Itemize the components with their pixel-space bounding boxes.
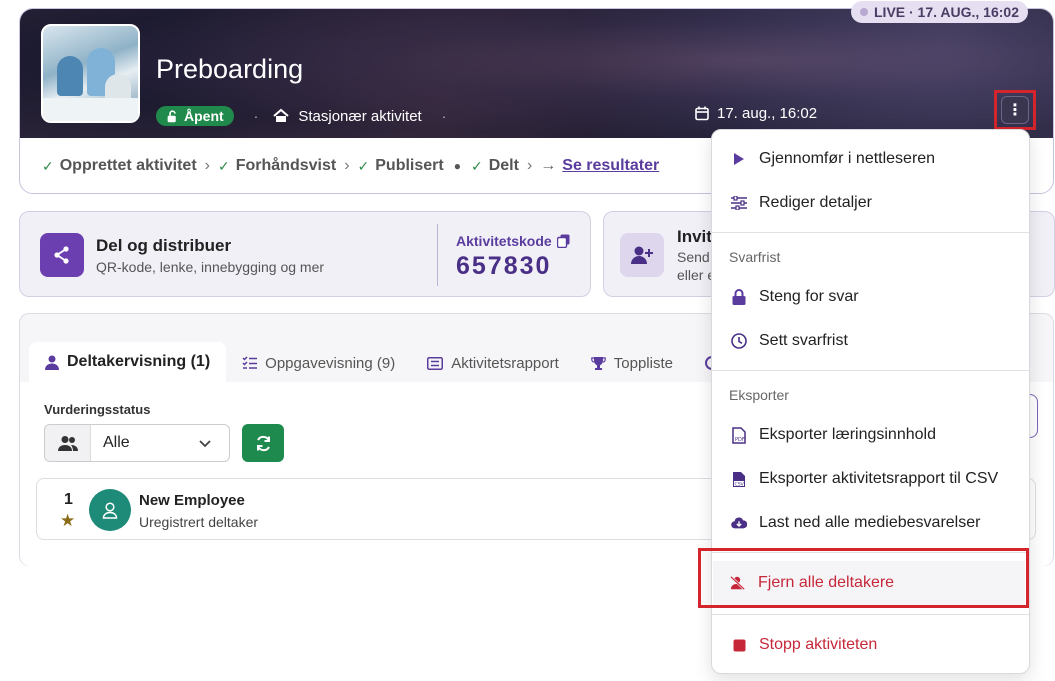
user-remove-icon bbox=[730, 575, 746, 591]
sliders-icon bbox=[731, 195, 747, 211]
tab-activity-report[interactable]: Aktivitetsrapport bbox=[411, 344, 575, 382]
svg-text:CSV: CSV bbox=[735, 481, 745, 487]
menu-item-run-in-browser[interactable]: Gjennomfør i nettleseren bbox=[712, 137, 1029, 181]
menu-divider bbox=[712, 232, 1029, 233]
menu-item-export-content[interactable]: PDF Eksporter læringsinnhold bbox=[712, 413, 1029, 457]
check-icon: ✓ bbox=[42, 157, 54, 174]
filter-label: Vurderingsstatus bbox=[44, 402, 151, 417]
menu-section-export: Eksporter bbox=[729, 387, 789, 403]
step-previewed: ✓ Forhåndsvist bbox=[217, 157, 337, 174]
see-results-link[interactable]: Se resultater bbox=[562, 157, 659, 175]
share-subtitle: QR-kode, lenke, innebygging og mer bbox=[96, 259, 325, 275]
pdf-file-icon: PDF bbox=[731, 426, 747, 444]
live-badge-text: LIVE · 17. AUG., 16:02 bbox=[874, 4, 1019, 20]
menu-item-set-deadline[interactable]: Sett svarfrist bbox=[712, 319, 1029, 363]
step-created: ✓ Opprettet aktivitet bbox=[42, 157, 197, 174]
clock-icon bbox=[731, 333, 747, 349]
invite-subtitle-line2: eller e bbox=[677, 267, 716, 283]
play-icon bbox=[731, 151, 747, 167]
activity-meta: Åpent · Stasjonær aktivitet · bbox=[156, 105, 460, 127]
invite-subtitle-line1: Send bbox=[677, 249, 710, 265]
user-icon bbox=[45, 355, 59, 370]
calendar-icon bbox=[695, 106, 709, 121]
activity-code-label[interactable]: Aktivitetskode bbox=[456, 233, 570, 249]
bullet-icon: ● bbox=[453, 159, 461, 173]
activity-thumbnail bbox=[41, 24, 140, 123]
checklist-icon bbox=[242, 356, 258, 369]
menu-item-close-answers[interactable]: Steng for svar bbox=[712, 275, 1029, 319]
menu-item-edit-details[interactable]: Rediger detaljer bbox=[712, 181, 1029, 225]
star-icon: ★ bbox=[60, 511, 76, 530]
user-outline-icon bbox=[102, 501, 118, 519]
copy-icon[interactable] bbox=[556, 234, 570, 248]
chevron-right-icon: › bbox=[526, 157, 533, 174]
tab-leaderboard[interactable]: Toppliste bbox=[575, 344, 689, 382]
page-title: Preboarding bbox=[156, 54, 304, 84]
stop-icon bbox=[731, 637, 747, 653]
view-tabs: Deltakervisning (1) Oppgavevisning (9) A… bbox=[29, 342, 735, 382]
chevron-right-icon: › bbox=[204, 157, 210, 174]
tab-tasks[interactable]: Oppgavevisning (9) bbox=[226, 344, 411, 382]
trophy-icon bbox=[590, 356, 606, 370]
menu-item-export-csv[interactable]: CSV Eksporter aktivitetsrapport til CSV bbox=[712, 457, 1029, 501]
check-icon: ✓ bbox=[217, 157, 230, 174]
unlock-icon bbox=[167, 109, 176, 122]
menu-item-remove-participants[interactable]: Fjern alle deltakere bbox=[711, 561, 1030, 605]
chevron-down-icon bbox=[199, 436, 229, 451]
menu-divider bbox=[712, 370, 1029, 371]
status-badge-label: Åpent bbox=[184, 108, 224, 124]
step-shared: ✓ Delt bbox=[470, 157, 519, 174]
progress-steps: ✓ Opprettet aktivitet › ✓ Forhåndsvist › ✓… bbox=[42, 157, 659, 175]
menu-item-stop-activity[interactable]: Stopp aktiviteten bbox=[712, 623, 1029, 667]
activity-date: 17. aug., 16:02 bbox=[695, 105, 817, 122]
live-dot-icon bbox=[860, 8, 868, 16]
participant-rank: 1 bbox=[64, 491, 73, 508]
activity-date-label: 17. aug., 16:02 bbox=[717, 105, 818, 122]
arrow-right-icon: → bbox=[540, 157, 557, 174]
users-icon bbox=[45, 425, 91, 461]
activity-type-label: Stasjonær aktivitet bbox=[298, 107, 422, 125]
status-badge: Åpent bbox=[156, 106, 234, 126]
csv-file-icon: CSV bbox=[731, 471, 747, 487]
check-icon: ✓ bbox=[470, 157, 483, 174]
cloud-download-icon bbox=[731, 515, 747, 531]
assessment-status-select[interactable]: Alle bbox=[44, 424, 230, 462]
more-vertical-icon: ⋮ bbox=[1001, 96, 1029, 124]
participant-name: New Employee bbox=[139, 492, 245, 509]
separator-dot: · bbox=[253, 108, 259, 124]
svg-text:PDF: PDF bbox=[735, 437, 745, 443]
lock-icon bbox=[731, 289, 747, 305]
avatar bbox=[89, 489, 131, 531]
report-icon bbox=[427, 356, 444, 370]
menu-divider bbox=[712, 614, 1029, 615]
share-card[interactable]: Del og distribuer QR-kode, lenke, inneby… bbox=[19, 211, 591, 297]
chevron-right-icon: › bbox=[344, 157, 350, 174]
separator-dot-2: · bbox=[441, 108, 447, 124]
menu-section-deadline: Svarfrist bbox=[729, 249, 781, 265]
menu-item-download-media[interactable]: Last ned alle mediebesvarelser bbox=[712, 501, 1029, 545]
more-options-button[interactable]: ⋮ bbox=[994, 90, 1036, 130]
refresh-icon bbox=[256, 435, 270, 451]
activity-code-value: 657830 bbox=[456, 252, 552, 280]
share-icon bbox=[40, 233, 84, 277]
check-icon: ✓ bbox=[357, 157, 370, 174]
step-published: ✓ Publisert bbox=[357, 157, 444, 174]
live-badge: LIVE · 17. AUG., 16:02 bbox=[851, 1, 1028, 23]
home-desk-icon bbox=[273, 108, 289, 122]
invite-title: Invit bbox=[677, 227, 712, 246]
filter-value: Alle bbox=[103, 434, 130, 451]
share-title: Del og distribuer bbox=[96, 236, 232, 255]
participant-status: Uregistrert deltaker bbox=[139, 514, 259, 530]
tab-participants[interactable]: Deltakervisning (1) bbox=[29, 342, 227, 382]
divider bbox=[437, 224, 438, 286]
activity-type: Stasjonær aktivitet bbox=[272, 107, 422, 125]
add-user-icon bbox=[620, 233, 664, 277]
refresh-button[interactable] bbox=[242, 424, 284, 462]
